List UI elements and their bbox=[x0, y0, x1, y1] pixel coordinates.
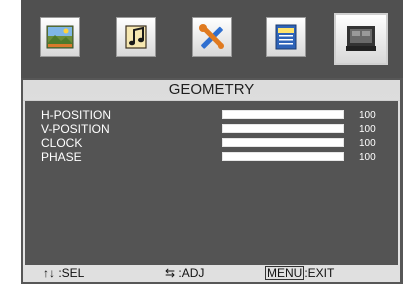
level-bar[interactable] bbox=[222, 110, 344, 119]
tab-audio[interactable] bbox=[116, 17, 156, 57]
setting-label: V-POSITION bbox=[41, 122, 110, 136]
menu-tab-bar bbox=[21, 0, 403, 78]
exit-hint: MENU:EXIT bbox=[265, 265, 334, 282]
adjust-hint: ⇆ :ADJ bbox=[165, 265, 204, 282]
setting-value: 100 bbox=[359, 124, 376, 135]
tab-info[interactable] bbox=[266, 17, 306, 57]
level-bar[interactable] bbox=[222, 138, 344, 147]
menu-key: MENU bbox=[265, 266, 305, 280]
select-label: :SEL bbox=[58, 266, 85, 280]
tab-geometry[interactable] bbox=[334, 13, 388, 65]
osd-menu: GEOMETRY H-POSITION 100 V-POSITION 100 C… bbox=[21, 0, 403, 284]
setting-value: 100 bbox=[359, 152, 376, 163]
setting-phase[interactable]: PHASE 100 bbox=[25, 151, 398, 163]
tab-picture[interactable] bbox=[40, 17, 80, 57]
setting-v-position[interactable]: V-POSITION 100 bbox=[25, 123, 398, 135]
setting-value: 100 bbox=[359, 110, 376, 121]
setup-tools-icon bbox=[199, 24, 224, 49]
picture-icon bbox=[46, 25, 74, 49]
audio-icon bbox=[125, 25, 147, 49]
up-down-arrows-icon: ↑↓ bbox=[43, 266, 55, 280]
left-right-arrows-icon: ⇆ bbox=[165, 266, 176, 280]
settings-list: H-POSITION 100 V-POSITION 100 CLOCK 100 … bbox=[25, 101, 398, 265]
setting-h-position[interactable]: H-POSITION 100 bbox=[25, 109, 398, 121]
setting-clock[interactable]: CLOCK 100 bbox=[25, 137, 398, 149]
setting-label: PHASE bbox=[41, 150, 82, 164]
page-title: GEOMETRY bbox=[23, 80, 400, 101]
select-hint: ↑↓ :SEL bbox=[43, 265, 84, 282]
setting-value: 100 bbox=[359, 138, 376, 149]
geometry-monitor-icon bbox=[346, 26, 376, 51]
level-bar[interactable] bbox=[222, 124, 344, 133]
setting-label: H-POSITION bbox=[41, 108, 112, 122]
adjust-label: :ADJ bbox=[178, 266, 205, 280]
setting-label: CLOCK bbox=[41, 136, 83, 150]
info-icon bbox=[275, 24, 297, 50]
exit-label: :EXIT bbox=[304, 266, 335, 280]
geometry-panel: GEOMETRY H-POSITION 100 V-POSITION 100 C… bbox=[23, 80, 400, 282]
level-bar[interactable] bbox=[222, 152, 344, 161]
tab-setup[interactable] bbox=[192, 17, 232, 57]
key-hint-bar: ↑↓ :SEL ⇆ :ADJ MENU:EXIT bbox=[23, 265, 400, 282]
